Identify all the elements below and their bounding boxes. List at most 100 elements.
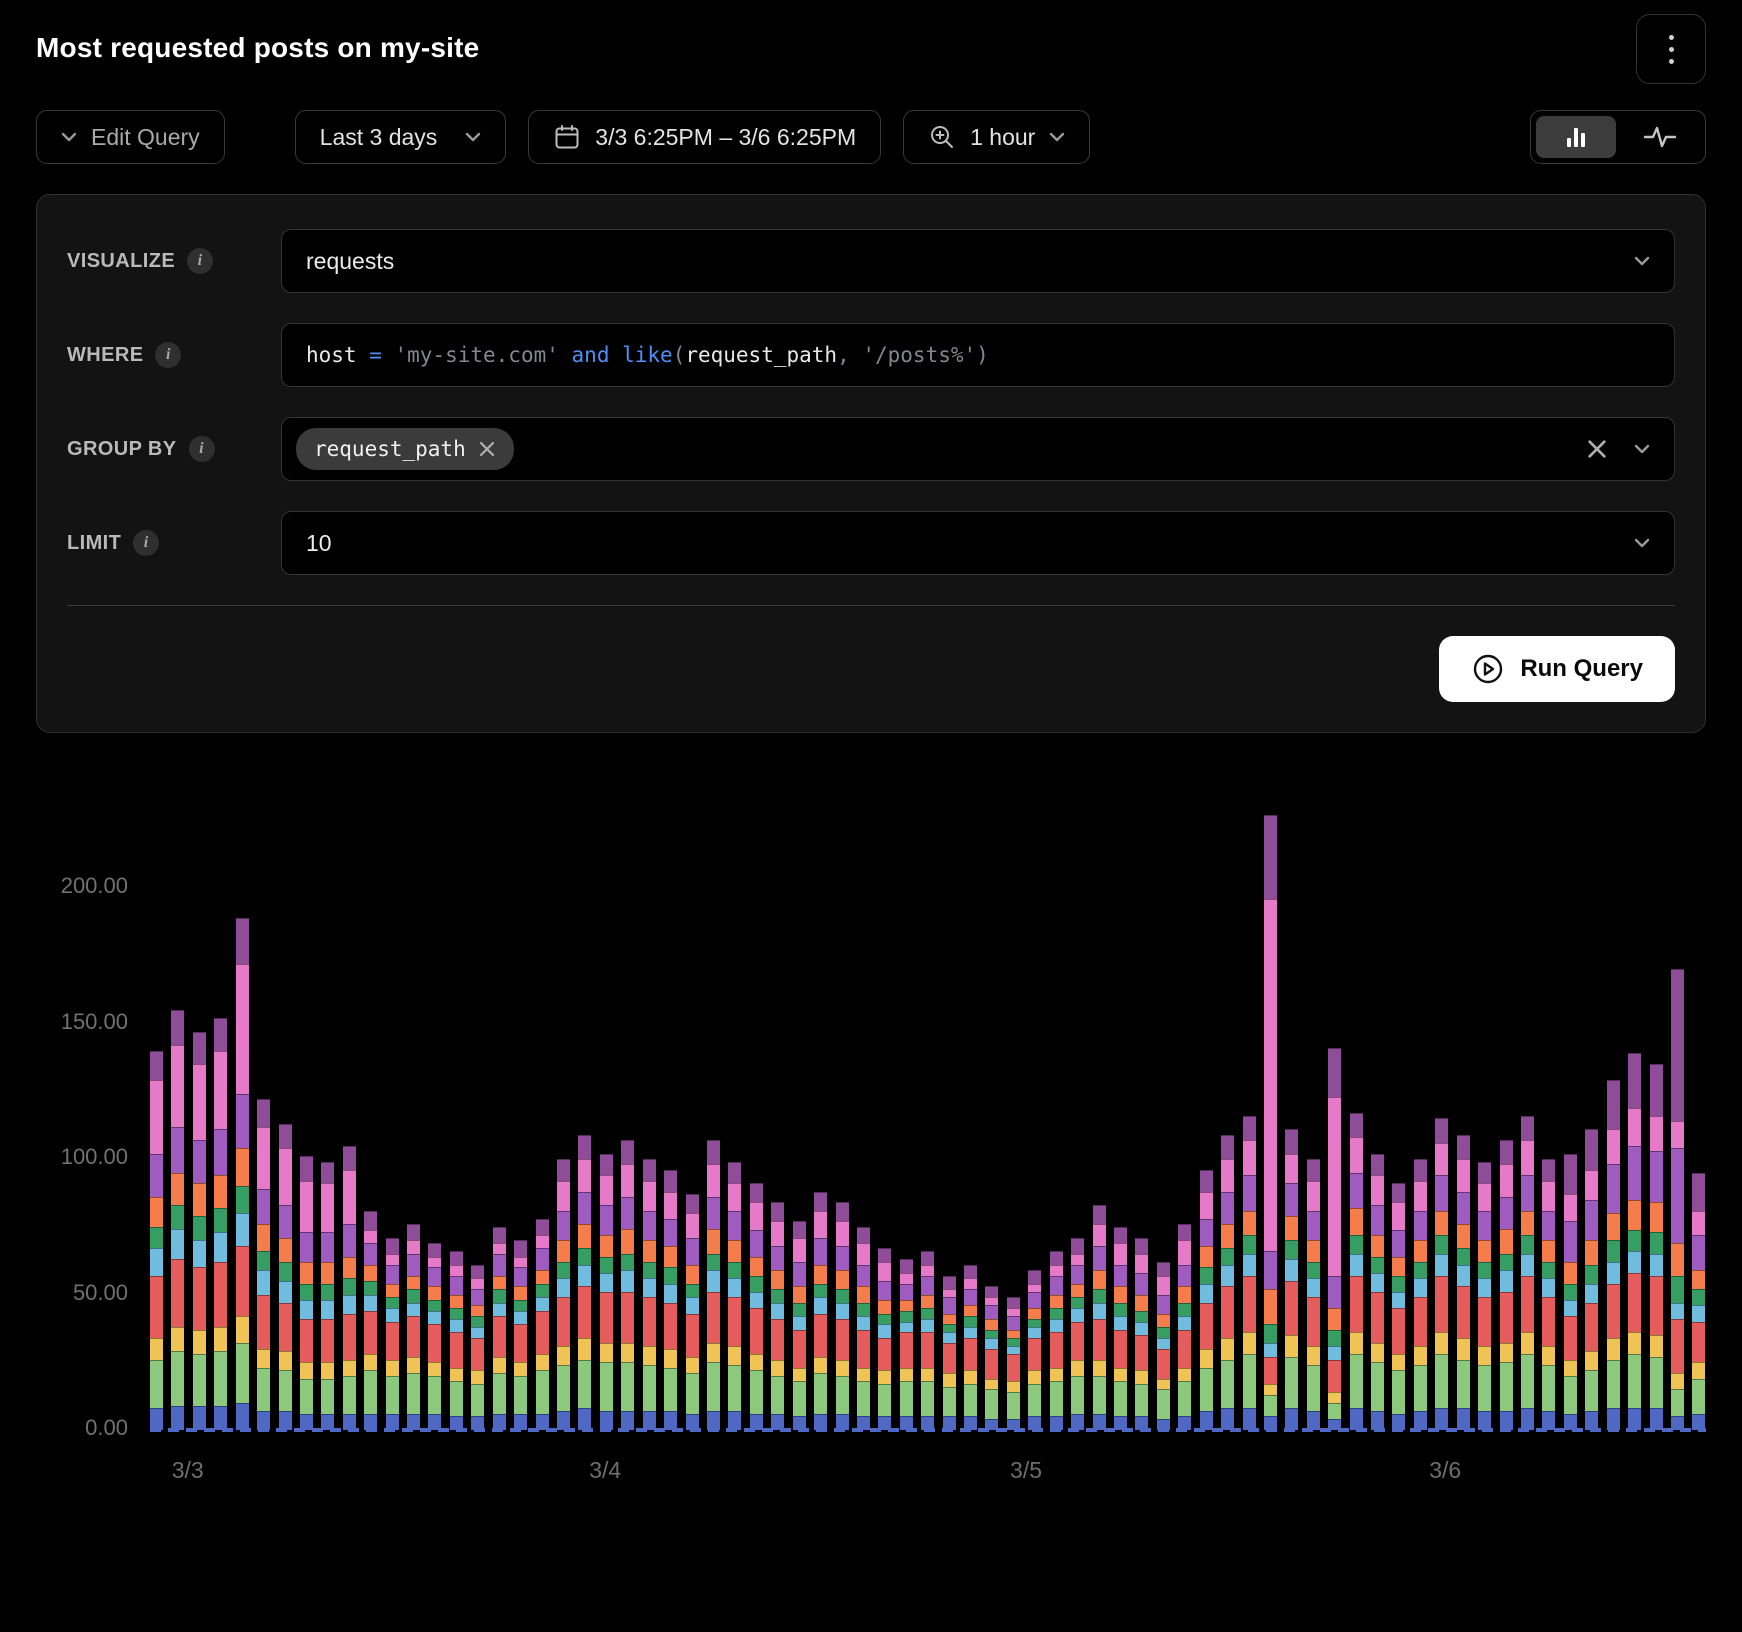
bar[interactable] <box>857 1227 870 1430</box>
bar[interactable] <box>407 1224 420 1430</box>
clear-group-by-icon[interactable] <box>1586 438 1608 460</box>
bar[interactable] <box>964 1265 977 1430</box>
info-icon[interactable]: i <box>189 436 215 462</box>
date-range-button[interactable]: 3/3 6:25PM – 3/6 6:25PM <box>528 110 881 164</box>
bar[interactable] <box>1542 1159 1555 1430</box>
bar[interactable] <box>1200 1170 1213 1430</box>
bar[interactable] <box>343 1146 356 1430</box>
bar[interactable] <box>1007 1297 1020 1430</box>
bar[interactable] <box>1178 1224 1191 1430</box>
group-by-select[interactable]: request_path <box>281 417 1675 481</box>
bar[interactable] <box>836 1202 849 1430</box>
bar[interactable] <box>771 1202 784 1430</box>
bar[interactable] <box>450 1251 463 1430</box>
bar[interactable] <box>1585 1129 1598 1430</box>
bar[interactable] <box>471 1265 484 1430</box>
bar-chart-toggle[interactable] <box>1536 116 1616 158</box>
bar[interactable] <box>1243 1116 1256 1430</box>
bar[interactable] <box>279 1124 292 1430</box>
bar[interactable] <box>707 1140 720 1430</box>
bar[interactable] <box>1221 1135 1234 1430</box>
bar[interactable] <box>686 1194 699 1430</box>
info-icon[interactable]: i <box>133 530 159 556</box>
bar[interactable] <box>793 1221 806 1430</box>
bar[interactable] <box>814 1192 827 1430</box>
bar[interactable] <box>1350 1113 1363 1430</box>
interval-dropdown[interactable]: 1 hour <box>903 110 1090 164</box>
bar-segment-series-3 <box>236 1316 249 1343</box>
remove-chip-icon[interactable] <box>478 440 496 458</box>
bar[interactable] <box>900 1259 913 1430</box>
bar[interactable] <box>1071 1238 1084 1430</box>
bar-segment-series-3 <box>664 1349 677 1368</box>
bar-segment-series-7 <box>1050 1295 1063 1309</box>
bar[interactable] <box>921 1251 934 1430</box>
bar[interactable] <box>985 1286 998 1430</box>
bar[interactable] <box>1564 1154 1577 1430</box>
bar[interactable] <box>536 1219 549 1430</box>
bar[interactable] <box>300 1156 313 1430</box>
bar[interactable] <box>386 1238 399 1430</box>
bar[interactable] <box>214 1018 227 1430</box>
bar[interactable] <box>1028 1270 1041 1430</box>
bar[interactable] <box>643 1159 656 1430</box>
visualize-select[interactable]: requests <box>281 229 1675 293</box>
bar[interactable] <box>1607 1080 1620 1430</box>
bar[interactable] <box>1414 1159 1427 1430</box>
bar-segment-series-4 <box>1200 1303 1213 1349</box>
bar[interactable] <box>1457 1135 1470 1430</box>
bar[interactable] <box>1050 1251 1063 1430</box>
bar[interactable] <box>1114 1227 1127 1430</box>
group-by-chip[interactable]: request_path <box>296 428 514 470</box>
bar[interactable] <box>1264 815 1277 1430</box>
bar[interactable] <box>557 1159 570 1430</box>
bar[interactable] <box>1435 1118 1448 1430</box>
bar[interactable] <box>664 1170 677 1430</box>
bar[interactable] <box>514 1240 527 1430</box>
bar[interactable] <box>1521 1116 1534 1430</box>
bar[interactable] <box>1285 1129 1298 1430</box>
bar[interactable] <box>1371 1154 1384 1430</box>
info-icon[interactable]: i <box>155 342 181 368</box>
bar-segment-series-5 <box>1114 1316 1127 1330</box>
bar[interactable] <box>1135 1238 1148 1430</box>
bar[interactable] <box>1307 1159 1320 1430</box>
bar[interactable] <box>750 1183 763 1430</box>
bar[interactable] <box>621 1140 634 1430</box>
where-input[interactable]: host = 'my-site.com' and like(request_pa… <box>281 323 1675 387</box>
kebab-menu-button[interactable] <box>1636 14 1706 84</box>
bar[interactable] <box>578 1135 591 1430</box>
bar[interactable] <box>150 1051 163 1430</box>
bar[interactable] <box>1392 1183 1405 1430</box>
bar[interactable] <box>1692 1173 1705 1430</box>
line-chart-toggle[interactable] <box>1620 116 1700 158</box>
bar[interactable] <box>943 1276 956 1430</box>
bar[interactable] <box>236 918 249 1430</box>
bar[interactable] <box>728 1162 741 1430</box>
edit-query-button[interactable]: Edit Query <box>36 110 225 164</box>
bar[interactable] <box>1650 1064 1663 1430</box>
bar[interactable] <box>493 1227 506 1430</box>
bar[interactable] <box>1478 1162 1491 1430</box>
bar[interactable] <box>1628 1053 1641 1430</box>
limit-select[interactable]: 10 <box>281 511 1675 575</box>
info-icon[interactable]: i <box>187 248 213 274</box>
bar-segment-series-5 <box>1692 1305 1705 1321</box>
run-query-button[interactable]: Run Query <box>1439 636 1675 702</box>
bar[interactable] <box>428 1243 441 1430</box>
bar[interactable] <box>321 1162 334 1430</box>
bar[interactable] <box>1157 1262 1170 1430</box>
bar[interactable] <box>364 1211 377 1430</box>
bar-segment-series-7 <box>686 1265 699 1284</box>
bar[interactable] <box>1328 1048 1341 1430</box>
bar-segment-series-5 <box>450 1319 463 1333</box>
bar[interactable] <box>1671 969 1684 1430</box>
time-range-dropdown[interactable]: Last 3 days <box>295 110 507 164</box>
bar[interactable] <box>1500 1140 1513 1430</box>
bar[interactable] <box>1093 1205 1106 1430</box>
bar[interactable] <box>171 1010 184 1430</box>
bar[interactable] <box>257 1099 270 1430</box>
bar[interactable] <box>878 1248 891 1430</box>
bar[interactable] <box>193 1032 206 1430</box>
bar[interactable] <box>600 1154 613 1430</box>
